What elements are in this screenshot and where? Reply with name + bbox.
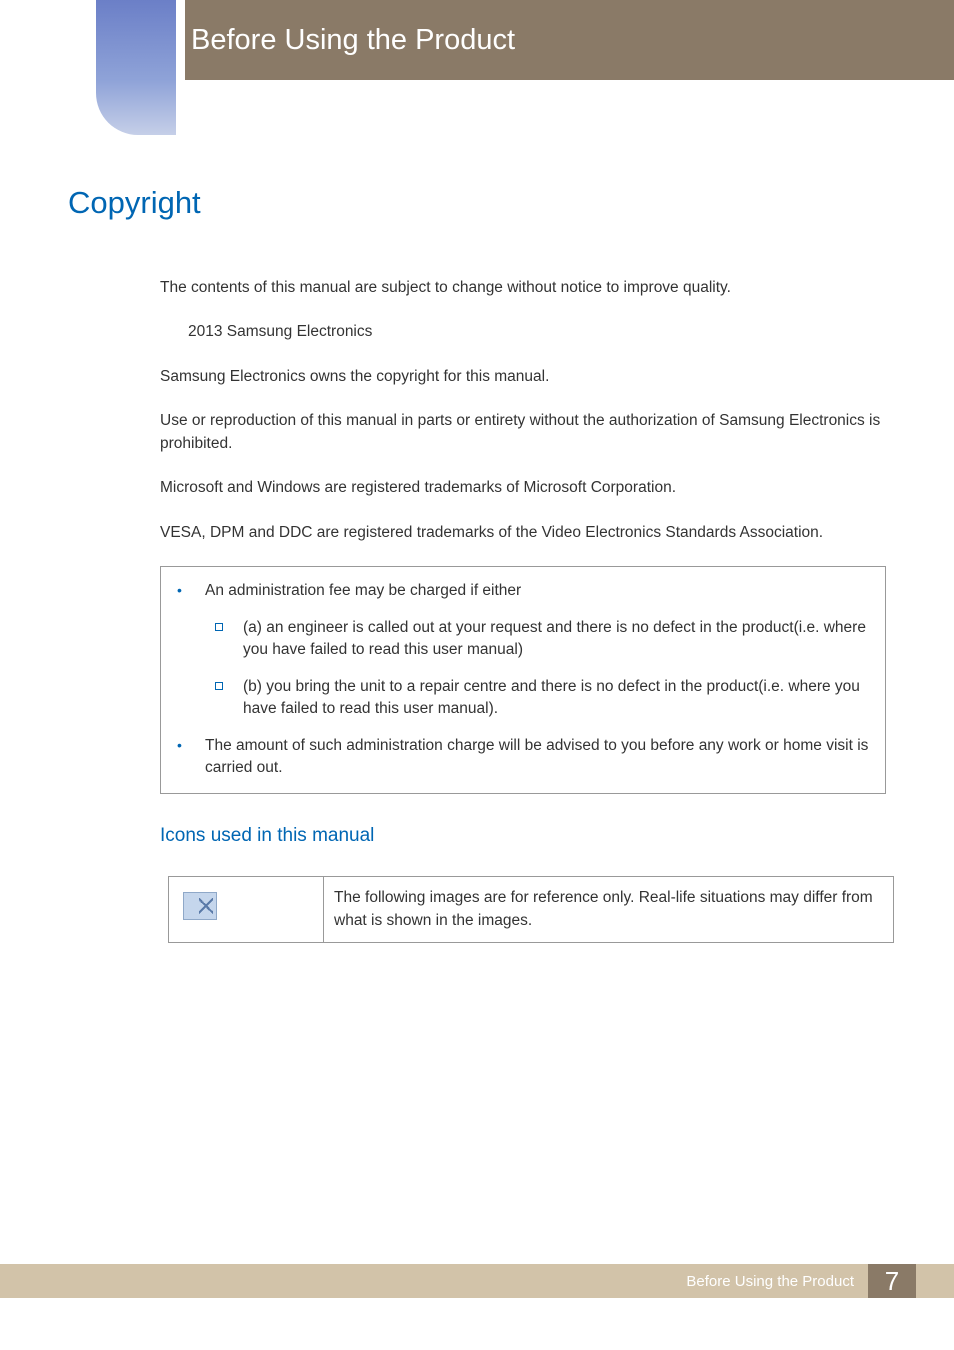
copyright-text: 2013 Samsung Electronics (188, 323, 372, 340)
subsection-title: Icons used in this manual (160, 822, 886, 850)
header-title: Before Using the Product (191, 24, 515, 57)
copyright-line: 2013 Samsung Electronics (188, 321, 886, 343)
page-content: Copyright The contents of this manual ar… (68, 185, 886, 943)
list-item: (a) an engineer is called out at your re… (205, 617, 873, 662)
page-number: 7 (868, 1264, 916, 1298)
icon-cell (169, 877, 324, 943)
list-item: The amount of such administration charge… (173, 735, 873, 780)
table-row: The following images are for reference o… (169, 877, 894, 943)
footer-text: Before Using the Product (686, 1273, 854, 1290)
paragraph: Samsung Electronics owns the copyright f… (160, 366, 886, 388)
icon-description: The following images are for reference o… (324, 877, 894, 943)
paragraph: Microsoft and Windows are registered tra… (160, 477, 886, 499)
section-title: Copyright (68, 185, 886, 221)
list-item: An administration fee may be charged if … (173, 580, 873, 720)
decorative-blue-tab (96, 0, 176, 135)
paragraph: Use or reproduction of this manual in pa… (160, 410, 886, 455)
page-footer: Before Using the Product 7 (0, 1264, 954, 1298)
paragraph: The contents of this manual are subject … (160, 277, 886, 299)
icon-table: The following images are for reference o… (168, 876, 894, 943)
list-item: (b) you bring the unit to a repair centr… (205, 676, 873, 721)
notice-box: An administration fee may be charged if … (160, 566, 886, 793)
header-right: Before Using the Product (185, 0, 954, 80)
reference-image-icon (183, 892, 217, 920)
list-text: An administration fee may be charged if … (205, 582, 521, 599)
body-text: The contents of this manual are subject … (160, 277, 886, 943)
paragraph: VESA, DPM and DDC are registered tradema… (160, 522, 886, 544)
